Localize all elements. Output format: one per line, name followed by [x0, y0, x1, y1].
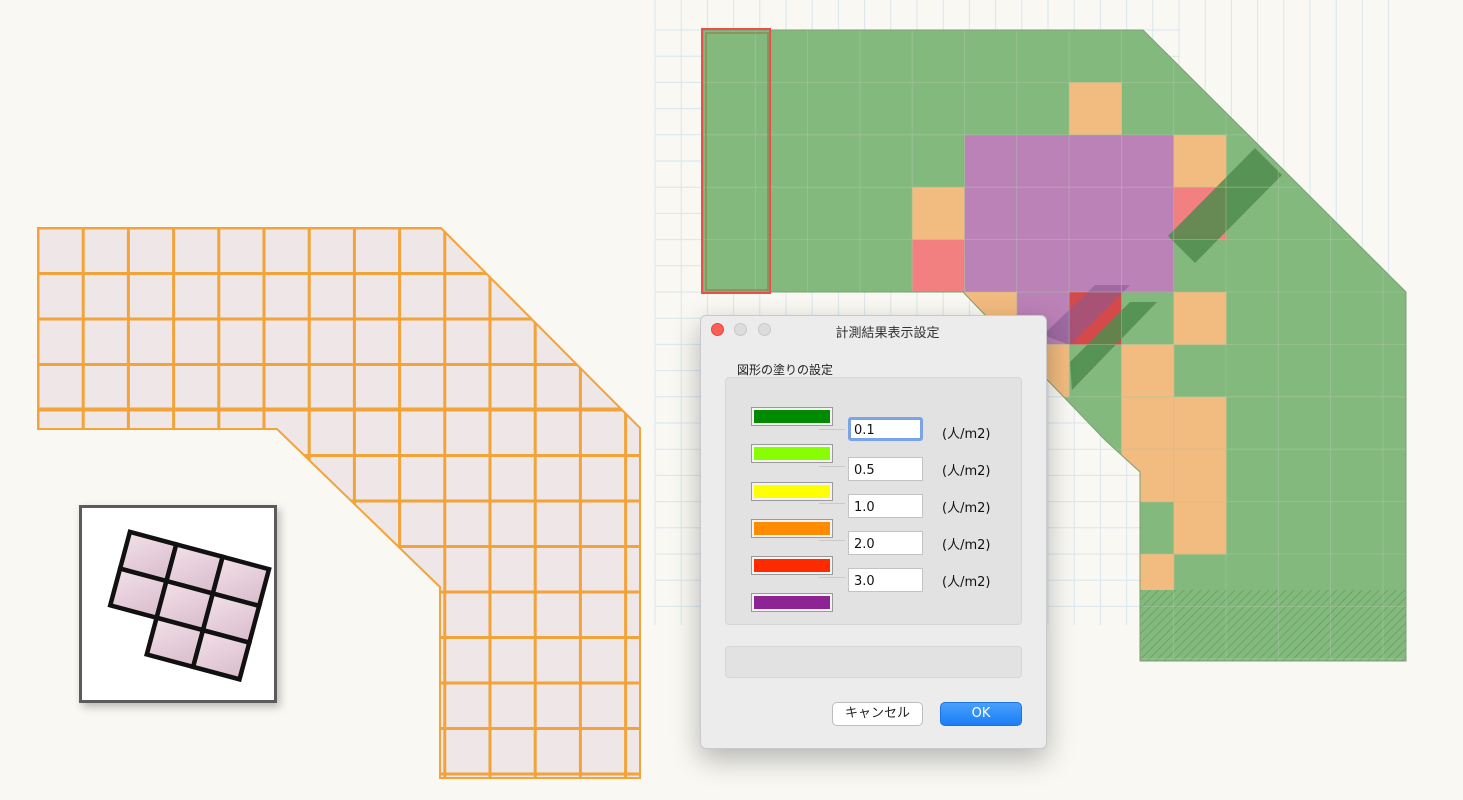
unit-label-1: (人/m2): [942, 427, 991, 442]
color-swatch-2[interactable]: [751, 444, 833, 463]
threshold-input-5[interactable]: 3.0: [848, 568, 923, 592]
message-area: [725, 646, 1022, 678]
threshold-input-3[interactable]: 1.0: [848, 494, 923, 518]
threshold-input-1[interactable]: 0.1: [848, 417, 923, 441]
color-swatch-3[interactable]: [751, 482, 833, 501]
unit-label-2: (人/m2): [942, 464, 991, 479]
color-swatch-5[interactable]: [751, 556, 833, 575]
dialog-title: 計測結果表示設定: [835, 326, 940, 341]
dialog-titlebar[interactable]: 計測結果表示設定: [701, 316, 1046, 344]
ok-button[interactable]: OK: [940, 702, 1022, 726]
fill-settings-label: 図形の塗りの設定: [737, 363, 834, 377]
color-swatch-6[interactable]: [751, 593, 833, 612]
threshold-input-4[interactable]: 2.0: [848, 531, 923, 555]
threshold-input-2[interactable]: 0.5: [848, 457, 923, 481]
unit-label-4: (人/m2): [942, 538, 991, 553]
mesh-tool-preview[interactable]: [79, 505, 277, 703]
color-swatch-1[interactable]: [751, 407, 833, 426]
unit-label-5: (人/m2): [942, 575, 991, 590]
cancel-button[interactable]: キャンセル: [832, 702, 923, 726]
unit-label-3: (人/m2): [942, 501, 991, 516]
display-settings-dialog[interactable]: 計測結果表示設定 図形の塗りの設定 0.1 (人/m2) 0.5 (人/m2) …: [700, 315, 1047, 749]
tilted-grid-icon: [107, 529, 272, 683]
color-swatch-4[interactable]: [751, 519, 833, 538]
